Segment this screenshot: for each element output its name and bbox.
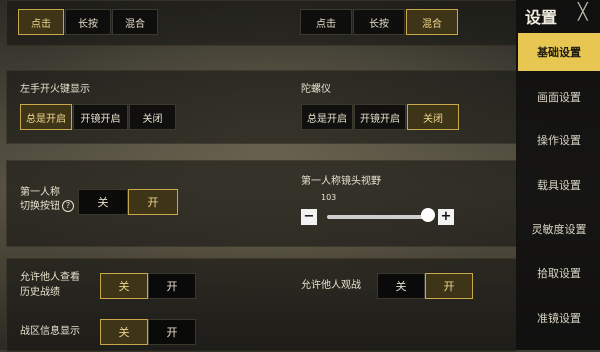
history-label-1: 允许他人查看 xyxy=(20,272,80,283)
fpp-switch-toggle: 关 开 xyxy=(78,189,178,215)
left-mode-tap[interactable]: 点击 xyxy=(18,9,64,35)
zone-info-toggle: 关 开 xyxy=(100,319,196,345)
sidebar-item-scope[interactable]: 准镜设置 xyxy=(518,299,600,337)
fpp-switch-on[interactable]: 开 xyxy=(128,189,178,215)
gyro-always[interactable]: 总是开启 xyxy=(301,104,353,130)
spectate-on[interactable]: 开 xyxy=(425,273,473,299)
right-mode-tap[interactable]: 点击 xyxy=(300,9,352,35)
close-icon[interactable]: ╳ xyxy=(578,2,588,21)
fpp-switch-off[interactable]: 关 xyxy=(78,189,128,215)
fpp-switch-label-2: 切换按钮 xyxy=(20,201,60,212)
left-mode-selector: 点击 长按 混合 xyxy=(18,9,159,35)
sidebar-item-vehicle[interactable]: 载具设置 xyxy=(518,166,600,204)
right-mode-hold[interactable]: 长按 xyxy=(353,9,405,35)
left-fire-label: 左手开火键显示 xyxy=(20,84,90,95)
gyro-scope[interactable]: 开镜开启 xyxy=(354,104,406,130)
left-fire-off[interactable]: 关闭 xyxy=(129,104,176,130)
left-fire-always[interactable]: 总是开启 xyxy=(20,104,72,130)
spectate-toggle: 关 开 xyxy=(377,273,473,299)
sidebar-item-controls[interactable]: 操作设置 xyxy=(518,121,600,159)
zone-info-label: 战区信息显示 xyxy=(20,326,80,337)
gyro-label: 陀螺仪 xyxy=(301,84,331,95)
sidebar-item-basic[interactable]: 基础设置 xyxy=(518,33,600,71)
sidebar-item-graphics[interactable]: 画面设置 xyxy=(518,78,600,116)
help-icon[interactable]: ? xyxy=(62,200,74,212)
fov-slider-handle[interactable] xyxy=(421,208,435,222)
sidebar-item-pickup[interactable]: 拾取设置 xyxy=(518,254,600,292)
fpp-switch-label-1: 第一人称 xyxy=(20,187,60,198)
history-off[interactable]: 关 xyxy=(100,273,148,299)
left-mode-mixed[interactable]: 混合 xyxy=(112,9,158,35)
spectate-label: 允许他人观战 xyxy=(301,280,361,291)
sidebar-item-sensitivity[interactable]: 灵敏度设置 xyxy=(518,210,600,248)
left-mode-hold[interactable]: 长按 xyxy=(65,9,111,35)
spectate-off[interactable]: 关 xyxy=(377,273,425,299)
history-toggle: 关 开 xyxy=(100,273,196,299)
minus-icon[interactable]: − xyxy=(301,209,317,225)
zone-info-off[interactable]: 关 xyxy=(100,319,148,345)
fov-slider-track[interactable] xyxy=(327,215,427,219)
zone-info-on[interactable]: 开 xyxy=(148,319,196,345)
fpp-fov-label: 第一人称镜头视野 xyxy=(301,176,381,187)
history-on[interactable]: 开 xyxy=(148,273,196,299)
fpp-fov-value: 103 xyxy=(321,193,337,202)
plus-icon[interactable]: + xyxy=(438,209,454,225)
gyro-selector: 总是开启 开镜开启 关闭 xyxy=(301,104,460,130)
settings-title: 设置 xyxy=(525,8,558,27)
history-label-2: 历史战绩 xyxy=(20,287,60,298)
left-fire-selector: 总是开启 开镜开启 关闭 xyxy=(20,104,177,130)
right-mode-selector: 点击 长按 混合 xyxy=(300,9,459,35)
gyro-off[interactable]: 关闭 xyxy=(407,104,459,130)
left-fire-scope[interactable]: 开镜开启 xyxy=(73,104,128,130)
right-mode-mixed[interactable]: 混合 xyxy=(406,9,458,35)
